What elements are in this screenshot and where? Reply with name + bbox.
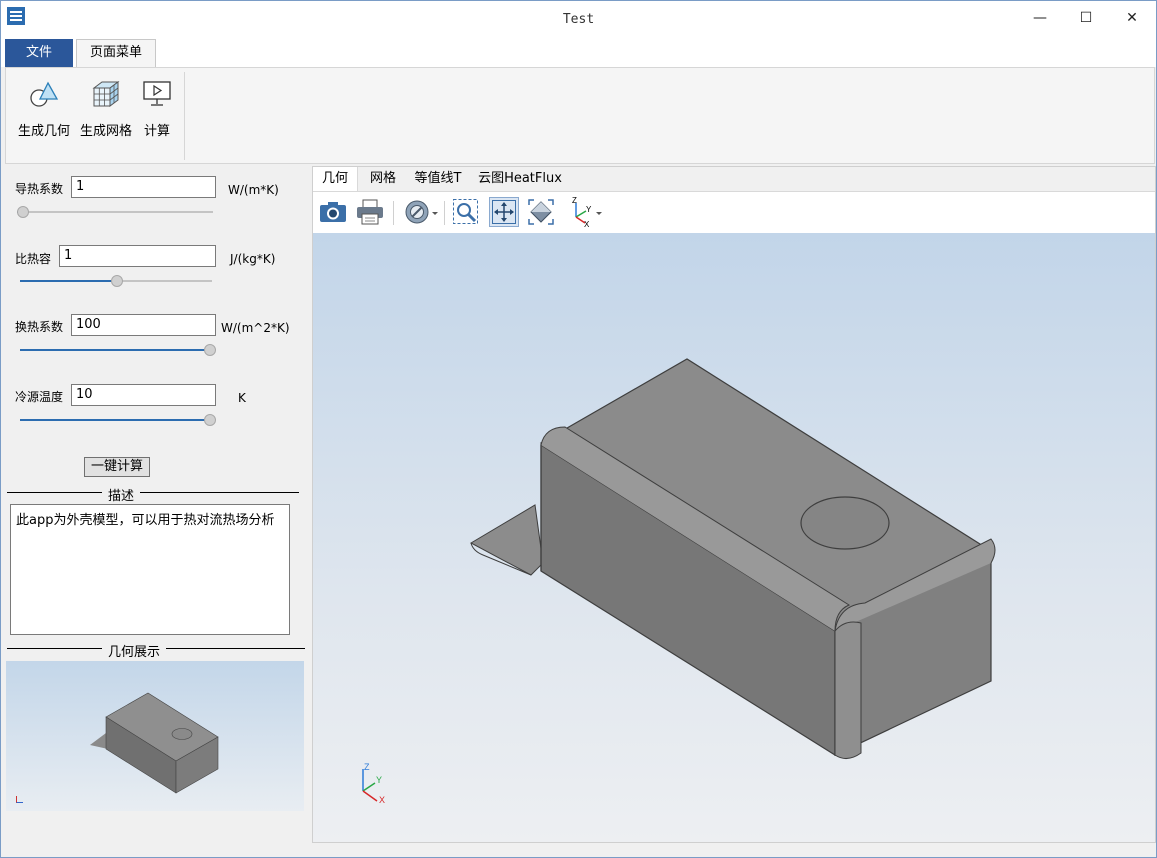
compute-monitor-icon [143,81,171,106]
conductivity-input[interactable]: 1 [71,176,216,198]
convection-label: 换热系数 [15,320,64,334]
generate-geometry-label: 生成几何 [17,124,70,139]
one-click-calculate-button[interactable]: 一键计算 [84,457,150,477]
tab-mesh[interactable]: 网格 [361,167,405,191]
fit-view-icon[interactable] [489,197,519,227]
camera-icon[interactable] [318,197,348,227]
preview-axis-icon [16,796,23,803]
conductivity-label: 导热系数 [15,182,64,196]
viewer-toolbar: Z YX [313,192,1155,232]
reset-view-icon[interactable] [526,197,556,227]
specific-heat-unit: J/(kg*K) [230,252,276,266]
convection-input[interactable]: 100 [71,314,216,336]
tab-file[interactable]: 文件 [5,39,73,67]
app-window: Test — ☐ ✕ 文件 页面菜单 生成几何 生成网格 计算 导热系数 1 W… [0,0,1157,858]
y-axis [362,782,376,792]
mesh-cube-icon [92,81,120,107]
svg-text:Z: Z [572,197,577,205]
cold-temp-unit: K [238,391,246,405]
specific-heat-slider[interactable] [20,275,212,287]
compute-button[interactable]: 计算 [140,74,174,139]
specific-heat-slider-thumb[interactable] [111,275,123,287]
tab-cloud-heatflux[interactable]: 云图HeatFlux [478,167,562,191]
generate-mesh-label: 生成网格 [79,124,132,139]
cold-temp-label: 冷源温度 [15,390,64,404]
z-axis-label: Z [364,762,370,772]
axes-orientation-icon[interactable]: Z YX [566,197,606,227]
convection-unit: W/(m^2*K) [221,321,290,335]
compute-label: 计算 [143,124,170,139]
description-textbox[interactable]: 此app为外壳模型，可以用于热对流热场分析 [10,504,290,635]
toolbar-separator [393,201,394,225]
render-mode-icon[interactable] [403,197,441,227]
window-title: Test [562,12,595,27]
geometry-preview-title: 几何展示 [102,641,167,660]
generate-geometry-button[interactable]: 生成几何 [16,74,72,139]
y-axis-label: Y [376,775,382,785]
specific-heat-input[interactable]: 1 [59,245,216,267]
x-axis-label: X [379,795,385,805]
conductivity-slider-thumb[interactable] [17,206,29,218]
conductivity-unit: W/(m*K) [228,183,279,197]
specific-heat-label: 比热容 [15,252,52,266]
tab-geometry[interactable]: 几何 [313,167,358,191]
cold-temp-slider[interactable] [20,414,216,426]
enclosure-model [469,358,996,759]
description-group-header: 描述 [5,485,301,504]
svg-text:Y: Y [586,205,592,214]
tab-page-menu[interactable]: 页面菜单 [76,39,156,67]
ribbon-separator [184,72,185,160]
convection-slider[interactable] [20,344,216,356]
preview-model [90,692,219,794]
title-bar: Test — ☐ ✕ [1,1,1156,37]
geometry-shapes-icon [30,81,59,107]
maximize-button[interactable]: ☐ [1063,5,1109,31]
conductivity-slider[interactable] [17,206,213,218]
x-axis [362,790,378,802]
3d-viewport[interactable]: Z Y X [313,233,1155,842]
parameter-panel: 导热系数 1 W/(m*K) 比热容 1 J/(kg*K) 换热系数 100 W… [5,166,307,811]
view-tabs: 几何 网格 等值线T 云图HeatFlux [313,167,1155,192]
close-button[interactable]: ✕ [1109,5,1155,31]
cold-temp-input[interactable]: 10 [71,384,216,406]
viewer-panel: 几何 网格 等值线T 云图HeatFlux Z Y X Z Y X [312,166,1156,843]
svg-text:X: X [584,220,590,227]
zoom-box-icon[interactable] [451,197,481,227]
ribbon-tabs: 文件 页面菜单 [1,37,1156,67]
toolbar-separator [444,201,445,225]
generate-mesh-button[interactable]: 生成网格 [78,74,134,139]
description-title: 描述 [102,485,141,504]
cold-temp-slider-thumb[interactable] [204,414,216,426]
convection-slider-thumb[interactable] [204,344,216,356]
print-icon[interactable] [355,197,385,227]
axis-triad: Z Y X [362,762,385,805]
ribbon-panel: 生成几何 生成网格 计算 [5,67,1155,164]
geometry-preview-header: 几何展示 [5,641,307,660]
tab-contour-t[interactable]: 等值线T [411,167,465,191]
minimize-button[interactable]: — [1017,5,1063,31]
geometry-preview-view[interactable] [6,661,304,811]
